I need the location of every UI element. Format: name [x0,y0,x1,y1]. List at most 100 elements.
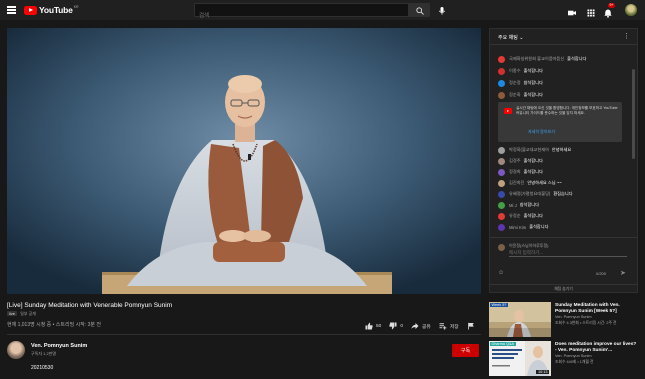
search-icon [416,7,424,15]
notification-count-badge: 9+ [608,3,615,8]
live-chat-panel: 주요 채팅 ⌄ ⋮ 국제화실위원회 불교이음마음신 출석합니다 이종수 출석합니… [489,28,638,293]
chat-message: 유혜정(가평청요대불당) 환집습니다 [498,189,573,199]
hide-chat-button[interactable]: 채팅 숨기기 [489,284,638,293]
video-thumbnail[interactable]: Week 5? [489,302,551,337]
emoji-icon[interactable]: ☺ [498,270,504,276]
chat-author[interactable]: 박정화(불교대교현재아 [509,147,549,153]
chat-message-input[interactable] [509,250,627,257]
share-button[interactable]: 공유 [411,322,431,330]
bell-icon [604,9,612,18]
chat-text: 참석합니다 [519,202,539,207]
thumbs-down-icon [389,322,397,330]
recommended-title[interactable]: Sunday Meditation with Ven. Pomnyun Suni… [555,303,638,314]
logo-region: KR [73,5,79,9]
chat-avatar [498,223,505,231]
video-thumbnail[interactable]: Dharma Q&A 10:13 [489,341,551,376]
chat-avatar [498,212,505,220]
chat-message: 정순정 참석합니다 [498,78,543,88]
recommended-channel[interactable]: Ven. Pomnyun Sunim [555,354,592,358]
learn-more-link[interactable]: 자세히 알아보기 [528,129,555,135]
video-meta: 현재 1,013명 시청 중 • 스트리밍 시작: 3분 전 [7,322,101,328]
chat-author[interactable]: 정순화 [509,92,521,98]
channel-subscribers: 구독자 1.2만명 [31,351,57,356]
send-icon[interactable]: ➤ [620,269,626,277]
chat-text: 안녕하세요 스님 ~~ [527,180,562,185]
channel-name[interactable]: Ven. Pomnyun Sunim [31,343,87,349]
microphone-icon [438,7,446,15]
char-count: 0/200 [596,271,607,276]
thumbnail-image [489,302,551,337]
playlist-add-icon [439,323,447,330]
chat-input-tools: ☺ 0/200 ➤ [498,270,631,280]
dislike-button[interactable]: 0 [389,322,403,330]
chat-message: 국제화실위원회 불교이음마음신 출석합니다 [498,54,586,64]
video-description: 20210530 [31,365,54,371]
chat-avatar [498,79,505,87]
account-avatar[interactable] [625,4,637,16]
chat-avatar [498,67,505,75]
chat-author[interactable]: 정순정 [509,80,521,86]
chat-avatar [498,91,505,99]
hamburger-menu-icon[interactable] [7,6,16,14]
chat-author[interactable]: 정경희 [509,169,521,175]
tag-live[interactable]: live [7,311,18,316]
chat-message: 김경주 출석합니다 [498,156,543,166]
chat-avatar [498,55,505,63]
chat-input-area: 이윤정(스님이하루투정) ☺ 0/200 ➤ [490,237,637,277]
chat-avatar [498,190,505,198]
chat-author[interactable]: Mi J [509,203,517,208]
report-button[interactable] [467,322,478,330]
video-tags: live 일부 공개 [7,311,36,317]
save-label: 저장 [449,324,459,330]
search-box [194,3,409,22]
video-player[interactable] [7,28,481,294]
apps-grid-icon [587,9,595,17]
like-button[interactable]: 50 [365,322,381,330]
recommended-video[interactable]: Week 5? Sunday Meditation with Ven. Pomn… [489,302,638,338]
chat-author[interactable]: 김진희진 [509,180,524,186]
search-button[interactable] [409,3,430,17]
more-options-icon[interactable]: ⋮ [623,32,630,40]
chat-author[interactable]: 유혜정(가평청요대불당) [509,191,550,197]
chat-author[interactable]: Mimi Kim [509,225,526,230]
video-actions: 50 0 공유 저장 [365,321,486,331]
chat-text: 환집습니다 [553,191,573,196]
subscribe-button[interactable]: 구독 [452,344,479,357]
chat-input-user-name: 이윤정(스님이하루투정) [509,243,549,248]
chat-avatar [498,146,505,154]
chat-text: 출석합니다 [523,68,543,73]
youtube-icon [504,108,512,114]
chat-text: 출석합니다 [523,213,543,218]
chat-avatar [498,168,505,176]
chat-message: 김진희진 안녕하세요 스님 ~~ [498,178,562,188]
chat-author[interactable]: 국제화실위원회 불교이음마음신 [509,56,564,62]
save-button[interactable]: 저장 [439,322,459,330]
chat-scrollbar[interactable] [632,69,635,159]
recommended-meta: 조회수 4.3천회 • 스트리밍 시간: 2주 전 [555,321,617,325]
create-video-button[interactable] [567,5,577,16]
chat-author[interactable]: 유정순 [509,213,521,219]
chat-text: 출석합니다 [523,158,543,163]
chat-mode-label: 주요 채팅 [498,35,518,41]
chat-avatar [498,201,505,209]
chat-welcome-notice: 실시간 채팅에 오신 것을 환영합니다. 개인정보를 보호하고 YouTube … [498,102,622,142]
apps-button[interactable] [586,5,596,17]
channel-avatar[interactable] [7,341,25,359]
recommended-video[interactable]: Dharma Q&A 10:13 Does meditation improve… [489,341,638,377]
chat-author[interactable]: 김경주 [509,158,521,164]
chat-message: 유정순 출석합니다 [498,211,543,221]
recommended-title[interactable]: Does meditation improve our lives? - Ven… [555,342,638,353]
share-label: 공유 [422,324,431,330]
search-input[interactable] [195,10,408,22]
tag-visibility: 일부 공개 [20,311,36,316]
chat-text: 안녕하세요 [551,147,572,152]
youtube-logo[interactable]: YouTube KR [24,5,79,15]
voice-search-button[interactable] [436,4,448,16]
chat-avatar [498,179,505,187]
chat-text: 참석합니다 [523,80,543,85]
chat-author[interactable]: 이종수 [509,68,521,74]
chat-mode-dropdown[interactable]: 주요 채팅 ⌄ [498,34,523,41]
chat-message: Mimi Kim 출석합니다 [498,222,548,232]
recommended-channel[interactable]: Ven. Pomnyun Sunim [555,315,592,319]
divider [7,334,481,335]
